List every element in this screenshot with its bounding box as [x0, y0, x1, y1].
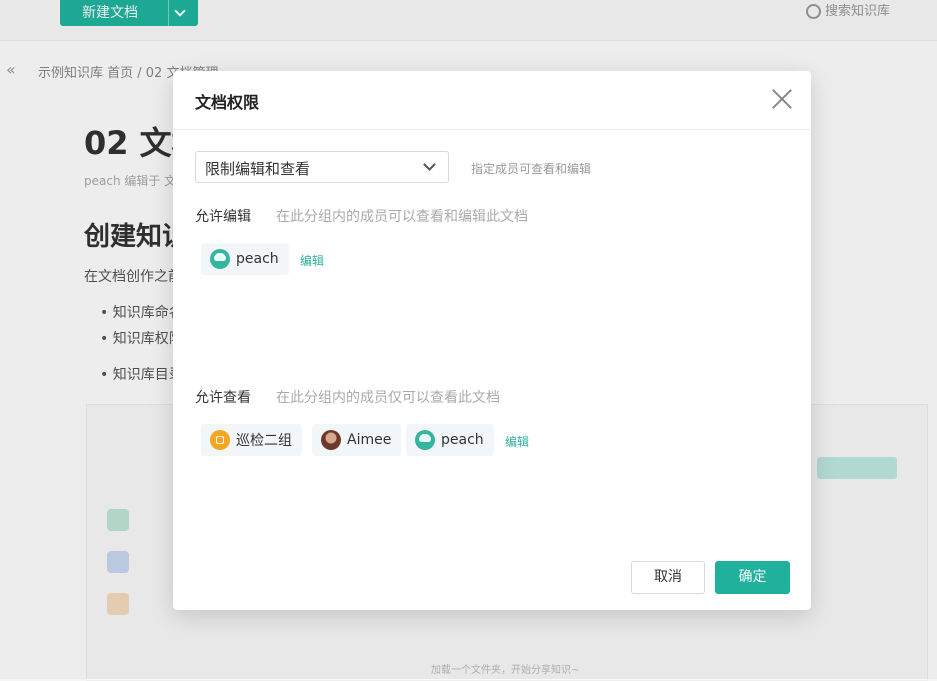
member-chip-group[interactable]: 巡检二组 — [201, 424, 302, 456]
cancel-button[interactable]: 取消 — [631, 561, 705, 594]
member-name: peach — [441, 432, 484, 448]
edit-editors-link[interactable]: 编辑 — [300, 252, 324, 269]
permission-hint: 指定成员可查看和编辑 — [471, 162, 592, 176]
confirm-button[interactable]: 确定 — [715, 561, 790, 594]
close-icon[interactable] — [771, 88, 793, 110]
edit-viewers-link[interactable]: 编辑 — [505, 433, 529, 450]
avatar — [321, 430, 341, 450]
avatar — [210, 249, 230, 269]
avatar — [210, 430, 230, 450]
dialog-title: 文档权限 — [195, 93, 260, 112]
permissions-dialog: 文档权限 限制编辑和查看 指定成员可查看和编辑 允许编辑 在此分组内的成员可以查… — [173, 71, 811, 610]
permission-select-value: 限制编辑和查看 — [205, 160, 311, 178]
allow-view-label: 允许查看 — [195, 390, 251, 406]
member-name: Aimee — [347, 432, 392, 448]
avatar — [415, 430, 435, 450]
member-chip-peach[interactable]: peach — [201, 243, 289, 275]
chevron-down-icon — [423, 158, 436, 171]
member-chip-aimee[interactable]: Aimee — [312, 424, 402, 456]
permission-select[interactable]: 限制编辑和查看 — [195, 151, 449, 183]
allow-edit-description: 在此分组内的成员可以查看和编辑此文档 — [276, 209, 528, 225]
member-chip-peach[interactable]: peach — [406, 424, 494, 456]
allow-view-description: 在此分组内的成员仅可以查看此文档 — [276, 390, 500, 406]
allow-edit-label: 允许编辑 — [195, 209, 251, 225]
member-name: 巡检二组 — [236, 433, 292, 449]
member-name: peach — [236, 251, 279, 267]
dialog-header: 文档权限 — [173, 71, 811, 130]
